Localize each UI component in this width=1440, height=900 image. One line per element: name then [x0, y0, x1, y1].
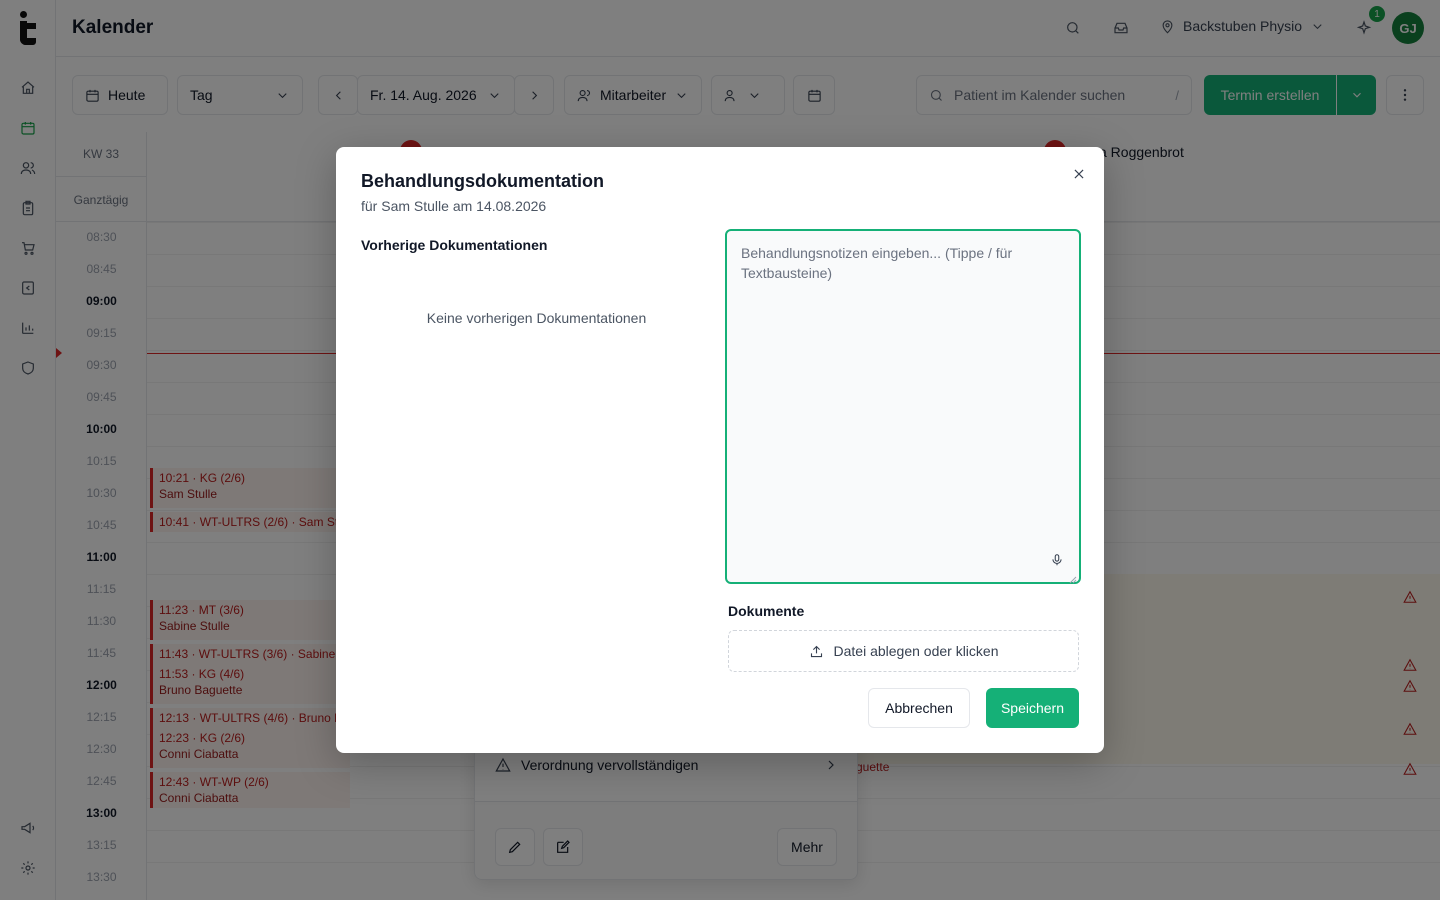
cancel-button[interactable]: Abbrechen — [868, 688, 970, 728]
previous-docs-empty-state: Keine vorherigen Dokumentationen — [426, 310, 647, 326]
previous-docs-heading: Vorherige Dokumentationen — [361, 237, 548, 253]
dialog-subtitle: für Sam Stulle am 14.08.2026 — [361, 198, 547, 214]
microphone-icon[interactable] — [1049, 551, 1065, 569]
upload-icon — [810, 645, 822, 657]
resize-handle[interactable] — [1069, 571, 1077, 584]
documents-heading: Dokumente — [728, 603, 805, 619]
file-dropzone[interactable]: Datei ablegen oder klicken — [728, 630, 1079, 672]
close-icon — [1074, 169, 1084, 179]
save-button[interactable]: Speichern — [986, 688, 1079, 728]
treatment-documentation-dialog: Behandlungsdokumentation für Sam Stulle … — [336, 147, 1104, 753]
close-button[interactable] — [1068, 163, 1090, 185]
dialog-title: Behandlungsdokumentation — [361, 171, 604, 191]
dropzone-label: Datei ablegen oder klicken — [833, 643, 999, 659]
treatment-notes-field[interactable] — [725, 229, 1081, 584]
